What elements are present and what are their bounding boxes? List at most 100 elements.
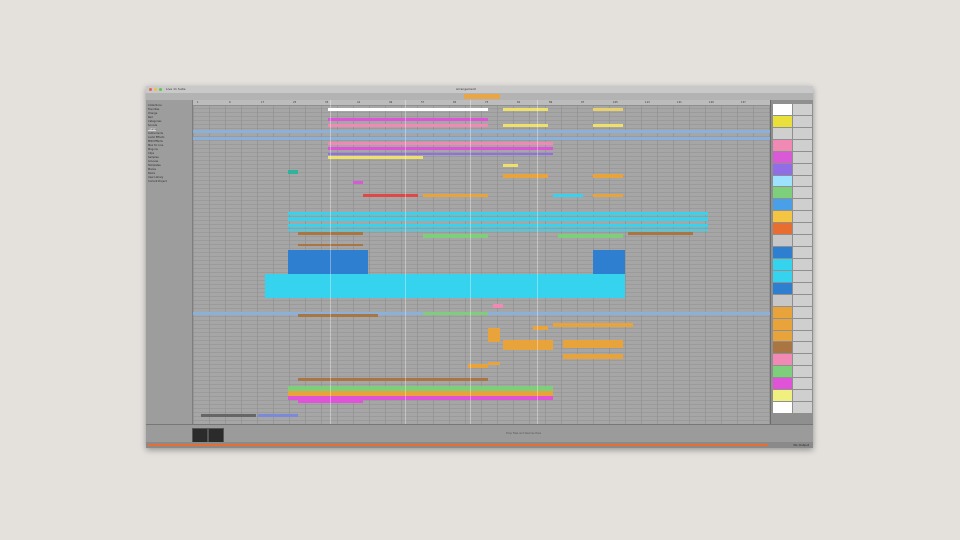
track-controls[interactable]	[793, 318, 812, 330]
track-controls[interactable]	[793, 366, 812, 378]
track-header[interactable]	[773, 199, 792, 211]
browser-item[interactable]: Packs	[148, 172, 155, 175]
track-header[interactable]	[773, 270, 792, 282]
track-header[interactable]	[773, 390, 792, 402]
arrangement-clip[interactable]	[503, 174, 548, 178]
arrangement-clip[interactable]	[328, 147, 553, 150]
track-controls[interactable]	[793, 151, 812, 163]
track-header[interactable]	[773, 318, 792, 330]
browser-item[interactable]: Templates	[148, 164, 161, 167]
arrangement-clip[interactable]	[503, 108, 548, 111]
transport-controls[interactable]	[464, 94, 500, 99]
arrangement-clip[interactable]	[363, 378, 428, 381]
track-controls[interactable]	[793, 115, 812, 127]
browser-item[interactable]: Favorites	[148, 108, 159, 111]
track-header[interactable]	[773, 354, 792, 366]
track-header[interactable]	[773, 259, 792, 270]
arrangement-clip[interactable]	[363, 194, 418, 197]
arrangement-clip[interactable]	[328, 108, 488, 111]
browser-item[interactable]: Current Project	[148, 180, 167, 183]
track-header[interactable]	[773, 223, 792, 235]
minimize-icon[interactable]	[154, 88, 157, 91]
browser-item[interactable]: Red	[148, 116, 153, 119]
arrangement-clip[interactable]	[288, 170, 298, 174]
arrangement-clip[interactable]	[503, 124, 548, 127]
arrangement-clip[interactable]	[553, 323, 633, 327]
track-controls[interactable]	[793, 330, 812, 342]
track-controls[interactable]	[793, 402, 812, 413]
browser-item[interactable]: Collections	[148, 104, 162, 107]
track-controls[interactable]	[793, 259, 812, 270]
arrangement-clip[interactable]	[265, 274, 625, 298]
track-controls[interactable]	[793, 175, 812, 187]
close-icon[interactable]	[149, 88, 152, 91]
arrangement-clip[interactable]	[258, 414, 298, 417]
arrangement-clip[interactable]	[423, 234, 488, 238]
arrangement-clip[interactable]	[328, 124, 488, 127]
track-header[interactable]	[773, 163, 792, 175]
arrangement-clip[interactable]	[593, 174, 623, 178]
track-controls[interactable]	[793, 354, 812, 366]
arrangement-clip[interactable]	[468, 364, 488, 368]
track-controls[interactable]	[793, 390, 812, 402]
browser-item[interactable]: Grooves	[148, 160, 158, 163]
browser-item[interactable]: Plug-ins	[148, 148, 158, 151]
arrangement-clip[interactable]	[488, 362, 500, 365]
track-header[interactable]	[773, 306, 792, 318]
arrangement-clip[interactable]	[563, 354, 623, 359]
arrangement-clip[interactable]	[553, 194, 583, 197]
browser-item[interactable]: Categories	[148, 120, 161, 123]
timeline-ruler[interactable]: 1917253341495765738189971051131211291371…	[193, 100, 778, 106]
track-header[interactable]	[773, 378, 792, 390]
browser-item[interactable]: Instruments	[148, 132, 163, 135]
track-header[interactable]	[773, 175, 792, 187]
arrangement-clip[interactable]	[493, 304, 503, 308]
track-controls[interactable]	[793, 211, 812, 223]
arrangement-clip[interactable]	[288, 224, 708, 227]
track-header[interactable]	[773, 115, 792, 127]
track-header[interactable]	[773, 235, 792, 247]
arrangement-clip[interactable]	[288, 217, 708, 221]
arrangement-clip[interactable]	[563, 340, 623, 348]
browser-item[interactable]: Max for Live	[148, 144, 163, 147]
browser-item[interactable]: Sounds	[148, 124, 157, 127]
arrangement-clip[interactable]	[593, 108, 623, 111]
track-header[interactable]	[773, 211, 792, 223]
arrangement-clip[interactable]	[593, 250, 625, 274]
track-controls[interactable]	[793, 378, 812, 390]
track-controls[interactable]	[793, 294, 812, 306]
track-controls[interactable]	[793, 187, 812, 199]
arrangement-clip[interactable]	[503, 164, 518, 167]
track-header[interactable]	[773, 366, 792, 378]
track-controls[interactable]	[793, 282, 812, 294]
track-controls[interactable]	[793, 235, 812, 247]
track-controls[interactable]	[793, 199, 812, 211]
browser-item[interactable]: User Library	[148, 176, 163, 179]
arrangement-clip[interactable]	[593, 194, 623, 197]
zoom-icon[interactable]	[159, 88, 162, 91]
track-controls[interactable]	[793, 270, 812, 282]
track-header[interactable]	[773, 402, 792, 413]
arrangement-clip[interactable]	[558, 234, 623, 238]
arrangement-clip[interactable]	[628, 232, 693, 235]
browser-item[interactable]: Drums	[148, 128, 157, 131]
arrangement-clip[interactable]	[328, 156, 423, 159]
track-controls[interactable]	[793, 139, 812, 151]
track-controls[interactable]	[793, 163, 812, 175]
track-header[interactable]	[773, 342, 792, 354]
arrangement-view[interactable]	[193, 100, 770, 424]
arrangement-clip[interactable]	[193, 137, 770, 140]
arrangement-clip[interactable]	[503, 340, 553, 350]
track-controls[interactable]	[793, 127, 812, 139]
browser-item[interactable]: Orange	[148, 112, 157, 115]
track-controls[interactable]	[793, 342, 812, 354]
track-header[interactable]	[773, 104, 792, 115]
arrangement-clip[interactable]	[298, 314, 378, 317]
browser-item[interactable]: Places	[148, 168, 156, 171]
browser-item[interactable]: Clips	[148, 152, 154, 155]
arrangement-clip[interactable]	[288, 229, 708, 231]
arrangement-clip[interactable]	[533, 326, 548, 330]
track-header[interactable]	[773, 127, 792, 139]
track-controls[interactable]	[793, 247, 812, 258]
arrangement-clip[interactable]	[488, 328, 500, 342]
